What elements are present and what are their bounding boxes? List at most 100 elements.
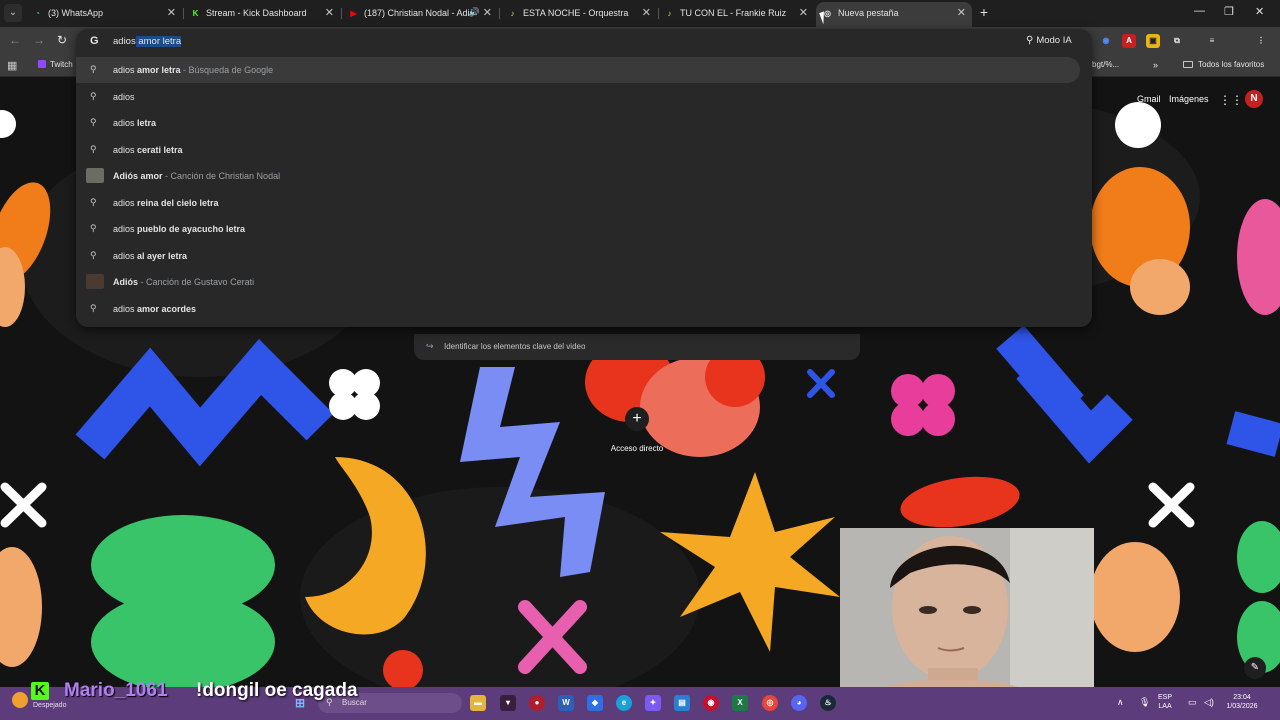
- chip-text: Identificar los elementos clave del vide…: [444, 342, 586, 351]
- search-icon: ⚲: [90, 117, 97, 127]
- whatsapp-icon: ◔: [35, 9, 40, 18]
- app-icon[interactable]: ▤: [674, 695, 690, 711]
- adblock-extension-icon[interactable]: A: [1122, 34, 1136, 48]
- tab-close-icon[interactable]: ✕: [957, 6, 966, 19]
- file-explorer-icon[interactable]: ▬: [470, 695, 486, 711]
- browser-tab[interactable]: ♪ ESTA NOCHE - Orquestra Candela ✕: [501, 2, 657, 25]
- word-icon[interactable]: W: [558, 695, 574, 711]
- customize-pencil-icon[interactable]: ✎: [1244, 657, 1266, 679]
- suggestion-text: adios pueblo de ayacucho letra: [113, 224, 245, 234]
- suggestion-item[interactable]: ⚲ adios pueblo de ayacucho letra: [76, 216, 1080, 242]
- tab-close-icon[interactable]: ✕: [642, 6, 651, 19]
- microphone-icon[interactable]: 🎙: [1139, 697, 1150, 708]
- app-icon[interactable]: ●: [529, 695, 545, 711]
- forward-icon[interactable]: →: [33, 33, 45, 47]
- restore-icon[interactable]: ❐: [1224, 5, 1234, 18]
- reading-list-icon[interactable]: ≡: [1205, 34, 1219, 48]
- discord-icon[interactable]: ◕: [791, 695, 807, 711]
- bookmarks-overflow-icon[interactable]: »: [1153, 60, 1158, 70]
- windows-taskbar: Despejado ⊞ ⚲ Buscar ▬ ▾ ● W ◆ e ✦ ▤ ◉ X…: [0, 687, 1280, 720]
- tab-close-icon[interactable]: ✕: [325, 6, 334, 19]
- network-icon[interactable]: ▭: [1188, 697, 1197, 708]
- browser-tab[interactable]: ◎ Nueva pestaña ✕: [816, 2, 972, 27]
- suggestion-item[interactable]: Adiós - Canción de Gustavo Cerati: [76, 269, 1080, 295]
- suggestion-item[interactable]: ⚲ adios cerati letra: [76, 137, 1080, 163]
- suggestion-bold: Adiós amor: [113, 171, 163, 181]
- google-g-icon: G: [90, 35, 99, 47]
- suggestion-bold: amor acordes: [134, 303, 197, 314]
- folder-icon: [1183, 61, 1193, 68]
- app-icon[interactable]: ◆: [587, 695, 603, 711]
- minimize-icon[interactable]: —: [1194, 5, 1205, 17]
- suggestion-text: Adiós - Canción de Gustavo Cerati: [113, 277, 254, 287]
- app-icon[interactable]: ▾: [500, 695, 516, 711]
- app-icon[interactable]: ◉: [703, 695, 719, 711]
- suggestion-item[interactable]: ⚲ adios amor acordes: [76, 296, 1080, 322]
- twitch-icon: [38, 60, 46, 68]
- weather-icon[interactable]: [12, 692, 28, 708]
- tab-audio-icon[interactable]: 🔊: [469, 7, 480, 18]
- ai-prompt-chip[interactable]: ↪ Identificar los elementos clave del vi…: [414, 334, 860, 360]
- wallet-extension-icon[interactable]: ▣: [1146, 34, 1160, 48]
- browser-tab[interactable]: K Stream - Kick Dashboard ✕: [184, 2, 340, 25]
- add-shortcut-button[interactable]: +: [625, 407, 649, 431]
- chrome-taskbar-icon[interactable]: ◎: [762, 695, 778, 711]
- kick-icon: K: [192, 9, 199, 18]
- volume-icon[interactable]: ◁): [1204, 697, 1214, 708]
- tab-search-button[interactable]: ⌄: [4, 4, 22, 22]
- suggestion-text: adios: [113, 92, 135, 102]
- steam-icon[interactable]: ♨: [820, 695, 836, 711]
- clock[interactable]: 23:04 1/03/2026: [1222, 693, 1262, 711]
- lyrics-site-icon: ♪: [510, 9, 515, 18]
- suggestion-item[interactable]: ⚲ adios reina del cielo letra: [76, 190, 1080, 216]
- suggestion-bold: amor letra: [134, 65, 181, 75]
- close-window-icon[interactable]: ✕: [1255, 5, 1264, 18]
- reload-icon[interactable]: ↻: [57, 33, 67, 47]
- new-tab-button[interactable]: +: [976, 5, 992, 21]
- gmail-link[interactable]: Gmail: [1137, 94, 1161, 104]
- omnibox-input[interactable]: G adios amor letra ⚲ Modo IA: [76, 29, 1092, 54]
- ntp-profile-avatar[interactable]: N: [1245, 90, 1263, 108]
- tab-close-icon[interactable]: ✕: [167, 6, 176, 19]
- edge-icon[interactable]: e: [616, 695, 632, 711]
- search-icon: ⚲: [90, 249, 97, 260]
- menu-kebab-icon[interactable]: ⋮: [1254, 34, 1268, 48]
- tab-close-icon[interactable]: ✕: [483, 6, 492, 19]
- suggestion-bold: Adiós: [113, 277, 139, 287]
- suggestion-item[interactable]: ⚲ adios: [76, 84, 1080, 110]
- suggestion-prefix: adios: [113, 197, 135, 208]
- back-icon[interactable]: ←: [9, 33, 21, 47]
- ai-mode-button[interactable]: ⚲ Modo IA: [1026, 35, 1072, 46]
- suggestion-text: adios reina del cielo letra: [113, 198, 219, 208]
- all-bookmarks-folder[interactable]: Todos los favoritos: [1183, 60, 1264, 69]
- suggestion-item[interactable]: ⚲ adios al ayer letra: [76, 243, 1080, 269]
- omnibox-dropdown: G adios amor letra ⚲ Modo IA ⚲ adios amor …: [76, 29, 1092, 327]
- suggestion-prefix: adios: [113, 118, 135, 128]
- excel-icon[interactable]: X: [732, 695, 748, 711]
- browser-tab[interactable]: ♪ TU CON EL - Frankie Ruiz - LETRA ✕: [658, 2, 814, 25]
- bookmark-twitch[interactable]: Twitch: [38, 60, 73, 69]
- suggestion-subtitle: - Canción de Christian Nodal: [162, 171, 281, 181]
- suggestion-thumbnail: [86, 274, 104, 289]
- suggestion-item[interactable]: ⚲ adios amor letra - Búsqueda de Google: [76, 57, 1080, 83]
- copilot-icon[interactable]: ✦: [645, 695, 661, 711]
- tab-close-icon[interactable]: ✕: [799, 6, 808, 19]
- suggestion-item[interactable]: Adiós amor - Canción de Christian Nodal: [76, 163, 1080, 189]
- suggestion-item[interactable]: ⚲ adios letra: [76, 110, 1080, 136]
- apps-grid-icon[interactable]: ▦: [7, 59, 17, 72]
- browser-tab[interactable]: ◔ (3) WhatsApp ✕: [26, 2, 182, 25]
- lyrics-site-icon: ♪: [667, 9, 672, 18]
- arrow-return-icon: ↪: [426, 341, 434, 351]
- tab-title: TU CON EL - Frankie Ruiz - LETRA: [680, 8, 788, 18]
- tts-extension-icon[interactable]: ◉: [1099, 34, 1113, 48]
- language-indicator[interactable]: ESP LAA: [1158, 693, 1172, 711]
- tray-chevron-icon[interactable]: ∧: [1117, 697, 1124, 708]
- google-apps-icon[interactable]: ⋮⋮: [1219, 93, 1243, 107]
- extensions-puzzle-icon[interactable]: ⧉: [1170, 34, 1184, 48]
- omnibox-text[interactable]: adios amor letra: [113, 36, 182, 47]
- tab-title: ESTA NOCHE - Orquestra Candela: [523, 8, 631, 18]
- images-link[interactable]: Imágenes: [1169, 94, 1209, 104]
- suggestion-prefix: adios: [113, 144, 135, 155]
- browser-tab[interactable]: ▶ (187) Christian Nodal - Adiós 🔊 ✕: [342, 2, 498, 25]
- bookmark-partial[interactable]: bgt/%...: [1092, 60, 1119, 69]
